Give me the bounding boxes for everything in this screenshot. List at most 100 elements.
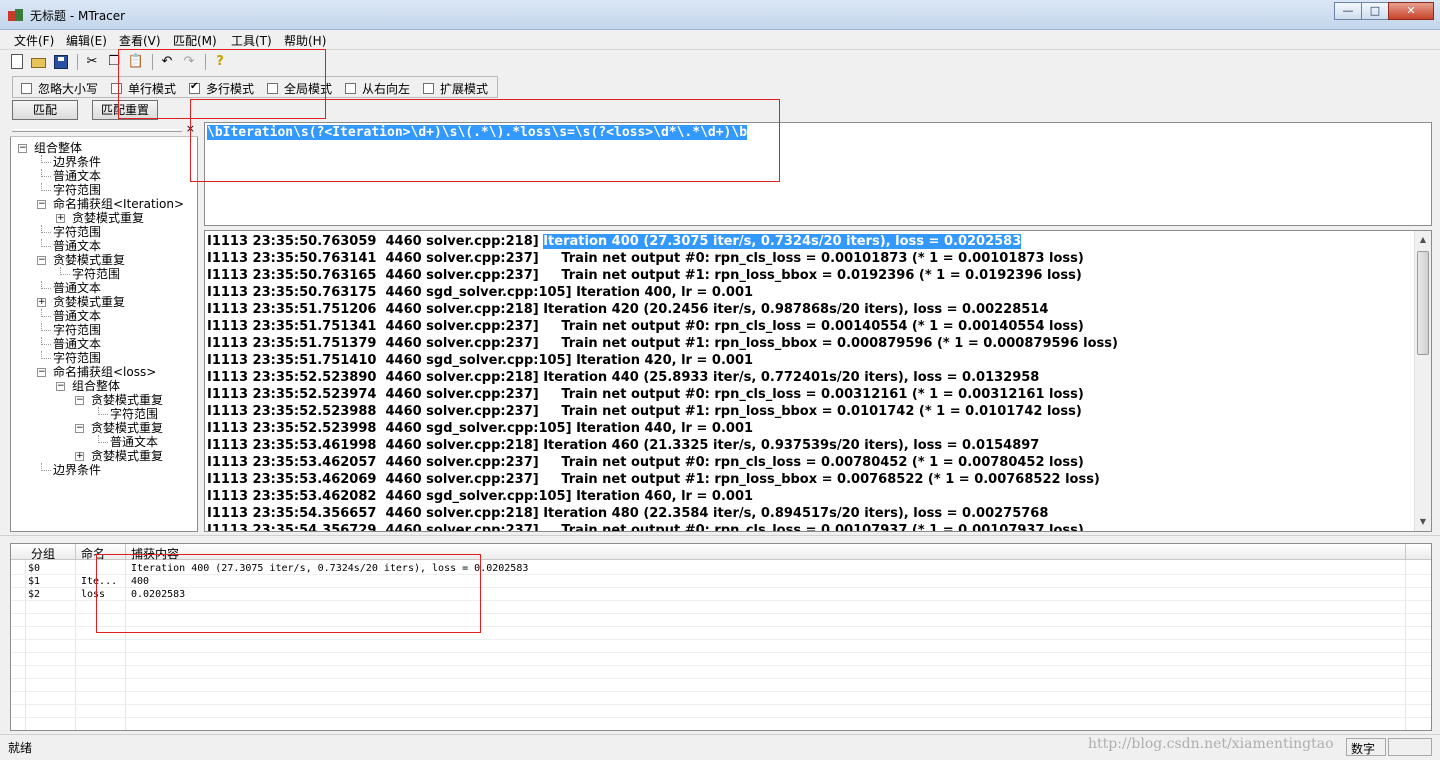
save-icon[interactable] bbox=[52, 53, 70, 71]
source-text-area[interactable]: I1113 23:35:50.763059 4460 solver.cpp:21… bbox=[204, 230, 1432, 532]
log-line: I1113 23:35:50.763059 4460 solver.cpp:21… bbox=[207, 233, 1022, 250]
tree-panel-header: × bbox=[10, 122, 198, 137]
tree-node[interactable]: 边界条件 bbox=[53, 155, 101, 169]
status-pane-empty bbox=[1388, 738, 1432, 756]
option-extended[interactable]: 扩展模式 bbox=[423, 80, 488, 97]
tree-node[interactable]: 普通文本 bbox=[110, 435, 158, 449]
log-line-text: I1113 23:35:52.523998 4460 sgd_solver.cp… bbox=[207, 421, 754, 436]
tree-node[interactable]: 贪婪模式重复 bbox=[72, 211, 144, 225]
tree-node[interactable]: 字符范围 bbox=[53, 351, 101, 365]
tree-toggle-icon[interactable]: + bbox=[75, 452, 84, 461]
num-lock-indicator: 数字 bbox=[1346, 738, 1386, 756]
option-ignore-case[interactable]: 忽略大小写 bbox=[21, 80, 98, 97]
tree-node[interactable]: 字符范围 bbox=[53, 225, 101, 239]
tree-toggle-icon[interactable]: + bbox=[56, 214, 65, 223]
window-controls: — □ ✕ bbox=[1334, 2, 1434, 20]
menu-help[interactable]: 帮助(H) bbox=[284, 32, 326, 49]
menu-tools[interactable]: 工具(T) bbox=[231, 32, 272, 49]
scroll-up-icon[interactable]: ▲ bbox=[1415, 232, 1431, 248]
match-highlight: Iteration 400 (27.3075 iter/s, 0.7324s/2… bbox=[543, 234, 1022, 249]
maximize-button[interactable]: □ bbox=[1361, 2, 1389, 20]
log-line-text: I1113 23:35:53.462069 4460 solver.cpp:23… bbox=[207, 472, 1100, 487]
tree-node[interactable]: 贪婪模式重复 bbox=[91, 449, 163, 463]
menu-file[interactable]: 文件(F) bbox=[14, 32, 54, 49]
scroll-down-icon[interactable]: ▼ bbox=[1415, 514, 1431, 530]
tree-node[interactable]: 命名捕获组<loss> bbox=[53, 365, 156, 379]
tree-toggle-icon[interactable]: − bbox=[37, 256, 46, 265]
result-group[interactable]: $2 bbox=[28, 589, 40, 601]
tree-connector bbox=[41, 463, 51, 471]
menu-match[interactable]: 匹配(M) bbox=[173, 32, 217, 49]
grid-line bbox=[25, 560, 26, 730]
tree-toggle-icon[interactable]: − bbox=[18, 144, 27, 153]
minimize-button[interactable]: — bbox=[1334, 2, 1362, 20]
tree-node[interactable]: 组合整体 bbox=[34, 141, 82, 155]
tree-node[interactable]: 普通文本 bbox=[53, 337, 101, 351]
tree-node[interactable]: 字符范围 bbox=[53, 183, 101, 197]
tree-node[interactable]: 边界条件 bbox=[53, 463, 101, 477]
column-group[interactable]: 分组 bbox=[31, 545, 55, 562]
tree-toggle-icon[interactable]: − bbox=[37, 200, 46, 209]
match-button[interactable]: 匹配 bbox=[12, 100, 78, 120]
new-file-icon[interactable] bbox=[8, 53, 26, 71]
annotation-frame bbox=[96, 554, 481, 633]
vertical-scrollbar[interactable]: ▲ ▼ bbox=[1414, 231, 1431, 531]
log-line-text: I1113 23:35:51.751410 4460 sgd_solver.cp… bbox=[207, 353, 754, 368]
tree-node[interactable]: 普通文本 bbox=[53, 309, 101, 323]
panel-grip[interactable] bbox=[12, 129, 182, 132]
tree-node[interactable]: 组合整体 bbox=[72, 379, 120, 393]
cut-icon[interactable]: ✂ bbox=[83, 53, 101, 71]
close-button[interactable]: ✕ bbox=[1388, 2, 1434, 20]
grid-line bbox=[11, 717, 1431, 718]
log-line-text: I1113 23:35:50.763175 4460 sgd_solver.cp… bbox=[207, 285, 754, 300]
tree-node[interactable]: 字符范围 bbox=[72, 267, 120, 281]
option-right-to-left[interactable]: 从右向左 bbox=[345, 80, 410, 97]
log-line: I1113 23:35:53.462057 4460 solver.cpp:23… bbox=[207, 454, 1084, 471]
option-label: 扩展模式 bbox=[440, 82, 489, 96]
log-line-text: I1113 23:35:51.751341 4460 solver.cpp:23… bbox=[207, 319, 1084, 334]
toolbar-separator bbox=[77, 54, 78, 70]
app-icon bbox=[8, 7, 24, 23]
tree-toggle-icon[interactable]: − bbox=[75, 424, 84, 433]
result-group[interactable]: $1 bbox=[28, 576, 40, 588]
open-folder-icon[interactable] bbox=[30, 53, 48, 71]
extended-checkbox[interactable] bbox=[423, 83, 434, 94]
log-line: I1113 23:35:52.523974 4460 solver.cpp:23… bbox=[207, 386, 1084, 403]
tree-node[interactable]: 字符范围 bbox=[53, 323, 101, 337]
log-line-text: I1113 23:35:53.462057 4460 solver.cpp:23… bbox=[207, 455, 1084, 470]
ignore-case-checkbox[interactable] bbox=[21, 83, 32, 94]
log-line: I1113 23:35:53.462082 4460 sgd_solver.cp… bbox=[207, 488, 753, 505]
grid-line bbox=[11, 652, 1431, 653]
log-line: I1113 23:35:51.751379 4460 solver.cpp:23… bbox=[207, 335, 1118, 352]
tree-toggle-icon[interactable]: − bbox=[75, 396, 84, 405]
tree-toggle-icon[interactable]: − bbox=[56, 382, 65, 391]
tree-node[interactable]: 普通文本 bbox=[53, 239, 101, 253]
log-line-text: I1113 23:35:54.356657 4460 solver.cpp:21… bbox=[207, 506, 1049, 521]
menu-view[interactable]: 查看(V) bbox=[119, 32, 161, 49]
horizontal-splitter[interactable] bbox=[0, 535, 1440, 541]
regex-tree-panel bbox=[10, 125, 198, 532]
log-line: I1113 23:35:54.356657 4460 solver.cpp:21… bbox=[207, 505, 1048, 522]
tree-node[interactable]: 字符范围 bbox=[110, 407, 158, 421]
tree-node[interactable]: 普通文本 bbox=[53, 281, 101, 295]
tree-node[interactable]: 贪婪模式重复 bbox=[91, 421, 163, 435]
tree-node[interactable]: 贪婪模式重复 bbox=[53, 253, 125, 267]
tree-node[interactable]: 普通文本 bbox=[53, 169, 101, 183]
log-line: I1113 23:35:53.462069 4460 solver.cpp:23… bbox=[207, 471, 1100, 488]
tree-toggle-icon[interactable]: + bbox=[37, 298, 46, 307]
tree-node[interactable]: 贪婪模式重复 bbox=[53, 295, 125, 309]
right-to-left-checkbox[interactable] bbox=[345, 83, 356, 94]
tree-connector bbox=[41, 323, 51, 331]
log-line: I1113 23:35:51.751410 4460 sgd_solver.cp… bbox=[207, 352, 753, 369]
scroll-thumb[interactable] bbox=[1417, 251, 1429, 355]
menu-edit[interactable]: 编辑(E) bbox=[66, 32, 107, 49]
tree-connector bbox=[41, 183, 51, 191]
log-line-text: I1113 23:35:52.523890 4460 solver.cpp:21… bbox=[207, 370, 1040, 385]
log-line: I1113 23:35:52.523998 4460 sgd_solver.cp… bbox=[207, 420, 753, 437]
tree-connector bbox=[41, 309, 51, 317]
tree-node[interactable]: 命名捕获组<Iteration> bbox=[53, 197, 184, 211]
tree-toggle-icon[interactable]: − bbox=[37, 368, 46, 377]
tree-node[interactable]: 贪婪模式重复 bbox=[91, 393, 163, 407]
result-group[interactable]: $0 bbox=[28, 563, 40, 575]
status-text: 就绪 bbox=[8, 741, 33, 755]
